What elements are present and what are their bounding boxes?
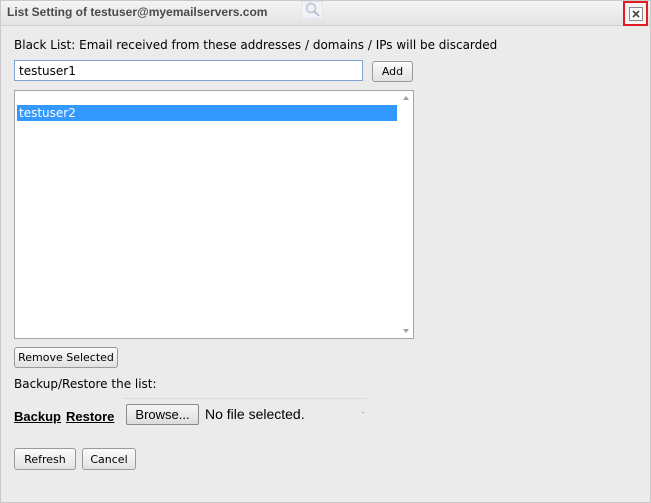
search-icon <box>300 0 324 22</box>
scroll-up-arrow-icon[interactable] <box>403 96 409 100</box>
scroll-down-arrow-icon[interactable] <box>403 329 409 333</box>
close-button[interactable] <box>623 1 648 26</box>
restore-link[interactable]: Restore <box>66 409 114 424</box>
list-setting-dialog: List Setting of testuser@myemailservers.… <box>0 0 651 503</box>
add-button[interactable]: Add <box>372 61 413 82</box>
blacklist-listbox[interactable]: testuser2 <box>14 90 414 339</box>
refresh-button[interactable]: Refresh <box>14 448 76 470</box>
divider <box>362 412 364 413</box>
blacklist-description: Black List: Email received from these ad… <box>14 38 498 52</box>
file-status: No file selected. <box>205 406 305 422</box>
backup-restore-label: Backup/Restore the list: <box>14 377 157 391</box>
dialog-title: List Setting of testuser@myemailservers.… <box>7 5 268 19</box>
backup-link[interactable]: Backup <box>14 409 61 424</box>
divider <box>123 398 367 399</box>
close-icon <box>628 6 643 21</box>
dialog-titlebar[interactable]: List Setting of testuser@myemailservers.… <box>1 0 650 26</box>
cancel-button[interactable]: Cancel <box>82 448 136 470</box>
remove-selected-button[interactable]: Remove Selected <box>14 347 118 368</box>
list-item[interactable]: testuser2 <box>17 105 397 121</box>
listbox-scrollbar[interactable] <box>399 91 413 338</box>
browse-button[interactable]: Browse... <box>126 404 199 425</box>
blacklist-entry-input[interactable] <box>14 60 363 81</box>
